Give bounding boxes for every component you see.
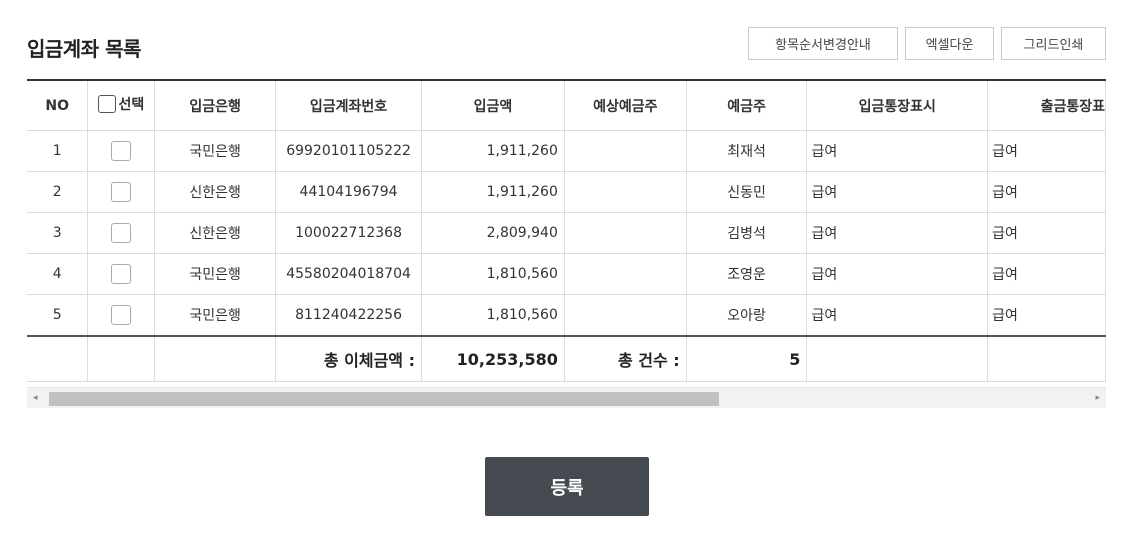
header-row: NO 선택 입금은행 입금계좌번호 입금액 예상예금주 예금주 입금통장표시 출… xyxy=(27,81,1106,131)
row-holder: 김병석 xyxy=(686,212,808,254)
order-guide-button[interactable]: 항목순서변경안내 xyxy=(748,27,898,60)
summary-empty-cell xyxy=(27,335,89,382)
row-expected-holder xyxy=(564,212,687,254)
row-amount: 2,809,940 xyxy=(421,212,565,254)
select-all-checkbox[interactable] xyxy=(98,95,117,113)
header-no[interactable]: NO xyxy=(27,81,89,131)
row-checkbox[interactable] xyxy=(111,141,132,161)
row-holder: 오아랑 xyxy=(686,294,808,337)
summary-row: 총 이체금액 : 10,253,580 총 건수 : 5 xyxy=(27,335,1106,382)
row-deposit-memo: 급여 xyxy=(806,171,989,213)
header-holder[interactable]: 예금주 xyxy=(686,81,808,131)
row-expected-holder xyxy=(564,253,687,295)
row-withdraw-memo: 급여 xyxy=(987,253,1106,295)
header-expected-holder[interactable]: 예상예금주 xyxy=(564,81,687,131)
row-checkbox[interactable] xyxy=(111,223,132,243)
header-deposit-memo[interactable]: 입금통장표시 xyxy=(806,81,989,131)
register-button[interactable]: 등록 xyxy=(485,457,649,516)
row-no: 2 xyxy=(27,171,89,213)
row-withdraw-memo: 급여 xyxy=(987,171,1106,213)
row-no: 4 xyxy=(27,253,89,295)
row-no: 5 xyxy=(27,294,89,337)
row-account: 69920101105222 xyxy=(275,130,422,172)
summary-empty-cell xyxy=(87,335,156,382)
row-select-cell xyxy=(87,253,156,295)
row-bank: 국민은행 xyxy=(154,253,277,295)
row-holder: 조영운 xyxy=(686,253,808,295)
excel-download-button[interactable]: 엑셀다운 xyxy=(905,27,994,60)
row-checkbox[interactable] xyxy=(111,182,132,202)
row-select-cell xyxy=(87,212,156,254)
row-expected-holder xyxy=(564,294,687,337)
summary-empty-cell xyxy=(987,335,1106,382)
table-row[interactable]: 1 국민은행 69920101105222 1,911,260 최재석 급여 급… xyxy=(27,130,1106,172)
table-row[interactable]: 2 신한은행 44104196794 1,911,260 신동민 급여 급여 xyxy=(27,171,1106,213)
page-title: 입금계좌 목록 xyxy=(27,37,141,61)
summary-count-value: 5 xyxy=(686,335,808,382)
row-checkbox[interactable] xyxy=(111,305,132,325)
header-amount[interactable]: 입금액 xyxy=(421,81,565,131)
grid-table: NO 선택 입금은행 입금계좌번호 입금액 예상예금주 예금주 입금통장표시 출… xyxy=(27,81,1106,382)
header-select-label: 선택 xyxy=(118,97,145,113)
row-amount: 1,911,260 xyxy=(421,171,565,213)
row-no: 3 xyxy=(27,212,89,254)
row-select-cell xyxy=(87,130,156,172)
row-withdraw-memo: 급여 xyxy=(987,130,1106,172)
row-checkbox[interactable] xyxy=(111,264,132,284)
scrollbar-thumb[interactable] xyxy=(49,392,719,406)
summary-total-label: 총 이체금액 : xyxy=(275,335,422,382)
table-row[interactable]: 3 신한은행 100022712368 2,809,940 김병석 급여 급여 xyxy=(27,212,1106,254)
row-bank: 국민은행 xyxy=(154,130,277,172)
row-withdraw-memo: 급여 xyxy=(987,212,1106,254)
row-withdraw-memo: 급여 xyxy=(987,294,1106,337)
row-deposit-memo: 급여 xyxy=(806,212,989,254)
row-account: 100022712368 xyxy=(275,212,422,254)
row-holder: 신동민 xyxy=(686,171,808,213)
row-account: 44104196794 xyxy=(275,171,422,213)
row-amount: 1,810,560 xyxy=(421,253,565,295)
header-bank[interactable]: 입금은행 xyxy=(154,81,277,131)
summary-empty-cell xyxy=(806,335,989,382)
row-bank: 신한은행 xyxy=(154,171,277,213)
deposit-account-grid: NO 선택 입금은행 입금계좌번호 입금액 예상예금주 예금주 입금통장표시 출… xyxy=(27,79,1106,408)
summary-empty-cell xyxy=(154,335,277,382)
row-expected-holder xyxy=(564,130,687,172)
row-account: 45580204018704 xyxy=(275,253,422,295)
scroll-right-icon[interactable]: ▸ xyxy=(1095,391,1100,405)
table-row[interactable]: 4 국민은행 45580204018704 1,810,560 조영운 급여 급… xyxy=(27,253,1106,295)
row-select-cell xyxy=(87,171,156,213)
row-deposit-memo: 급여 xyxy=(806,294,989,337)
row-no: 1 xyxy=(27,130,89,172)
row-account: 811240422256 xyxy=(275,294,422,337)
grid-print-button[interactable]: 그리드인쇄 xyxy=(1001,27,1106,60)
row-bank: 신한은행 xyxy=(154,212,277,254)
summary-total-value: 10,253,580 xyxy=(421,335,565,382)
row-expected-holder xyxy=(564,171,687,213)
header-account[interactable]: 입금계좌번호 xyxy=(275,81,422,131)
summary-count-label: 총 건수 : xyxy=(564,335,687,382)
horizontal-scrollbar[interactable]: ◂ ▸ xyxy=(27,387,1106,408)
row-deposit-memo: 급여 xyxy=(806,253,989,295)
header-select[interactable]: 선택 xyxy=(87,81,156,131)
row-holder: 최재석 xyxy=(686,130,808,172)
row-select-cell xyxy=(87,294,156,337)
header-withdraw-memo[interactable]: 출금통장표 xyxy=(987,81,1106,131)
row-amount: 1,810,560 xyxy=(421,294,565,337)
scroll-left-icon[interactable]: ◂ xyxy=(33,391,38,405)
row-deposit-memo: 급여 xyxy=(806,130,989,172)
row-bank: 국민은행 xyxy=(154,294,277,337)
table-row[interactable]: 5 국민은행 811240422256 1,810,560 오아랑 급여 급여 xyxy=(27,294,1106,337)
row-amount: 1,911,260 xyxy=(421,130,565,172)
